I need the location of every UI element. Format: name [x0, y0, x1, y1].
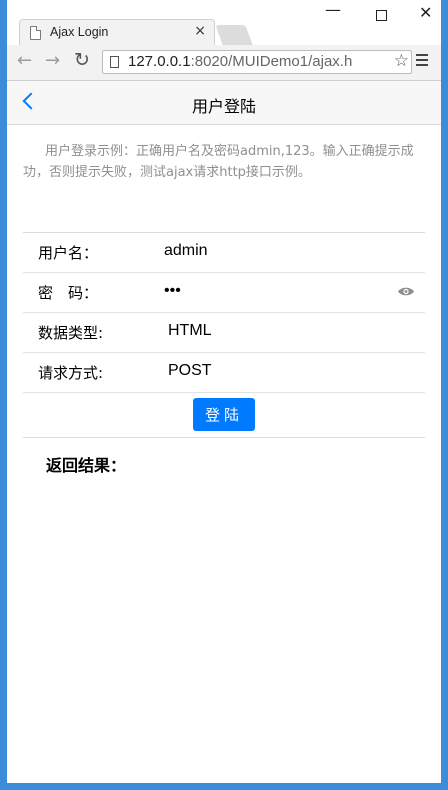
page-title: 用户登陆 [191, 97, 256, 116]
username-input[interactable]: admin [164, 242, 208, 260]
browser-window: Ajax Login × — ✕ ← → ↻ 127.0.0.1:8020/MU… [0, 0, 448, 790]
password-input[interactable]: ••• [164, 282, 181, 300]
address-bar[interactable]: 127.0.0.1:8020/MUIDemo1/ajax.h ☆ [102, 50, 412, 74]
minimize-icon[interactable]: — [325, 0, 341, 19]
tab-title: Ajax Login [50, 25, 109, 39]
tab-close-icon[interactable]: × [194, 23, 206, 39]
method-row: 请求方式: POST [23, 352, 425, 392]
document-icon [30, 26, 41, 40]
menu-icon[interactable] [416, 54, 428, 69]
page-header: 用户登陆 [7, 81, 441, 125]
method-select[interactable]: POST [168, 362, 212, 380]
back-arrow-icon[interactable]: ← [17, 50, 32, 71]
browser-tab[interactable]: Ajax Login × [19, 19, 215, 45]
username-label: 用户名： [38, 244, 99, 262]
bookmark-star-icon[interactable]: ☆ [391, 51, 409, 71]
password-row: 密 码： ••• [23, 272, 425, 312]
username-row: 用户名： admin [23, 232, 425, 272]
close-icon[interactable]: ✕ [419, 3, 432, 22]
datatype-label: 数据类型: [38, 324, 104, 342]
url-text[interactable]: 127.0.0.1:8020/MUIDemo1/ajax.h [128, 53, 352, 70]
intro-text: 用户登录示例：正确用户名及密码admin,123。输入正确提示成功，否则提示失败… [23, 144, 414, 180]
method-label: 请求方式: [38, 364, 104, 382]
new-tab-button[interactable] [215, 25, 253, 45]
login-form: 用户名： admin 密 码： ••• 数据类型: HTML 请求方式: POS… [23, 232, 425, 438]
eye-icon[interactable] [397, 286, 415, 297]
forward-arrow-icon[interactable]: → [45, 50, 60, 71]
datatype-select[interactable]: HTML [168, 322, 212, 340]
datatype-row: 数据类型: HTML [23, 312, 425, 352]
page-icon [110, 56, 119, 68]
title-bar: Ajax Login × — ✕ [7, 0, 441, 45]
reload-icon[interactable]: ↻ [74, 49, 90, 71]
password-label: 密 码： [38, 284, 99, 302]
result-label: 返回结果： [46, 456, 127, 475]
button-row: 登陆 [23, 392, 425, 438]
browser-toolbar: ← → ↻ 127.0.0.1:8020/MUIDemo1/ajax.h ☆ [7, 45, 441, 81]
maximize-icon[interactable] [376, 10, 387, 21]
login-button[interactable]: 登陆 [193, 398, 255, 431]
